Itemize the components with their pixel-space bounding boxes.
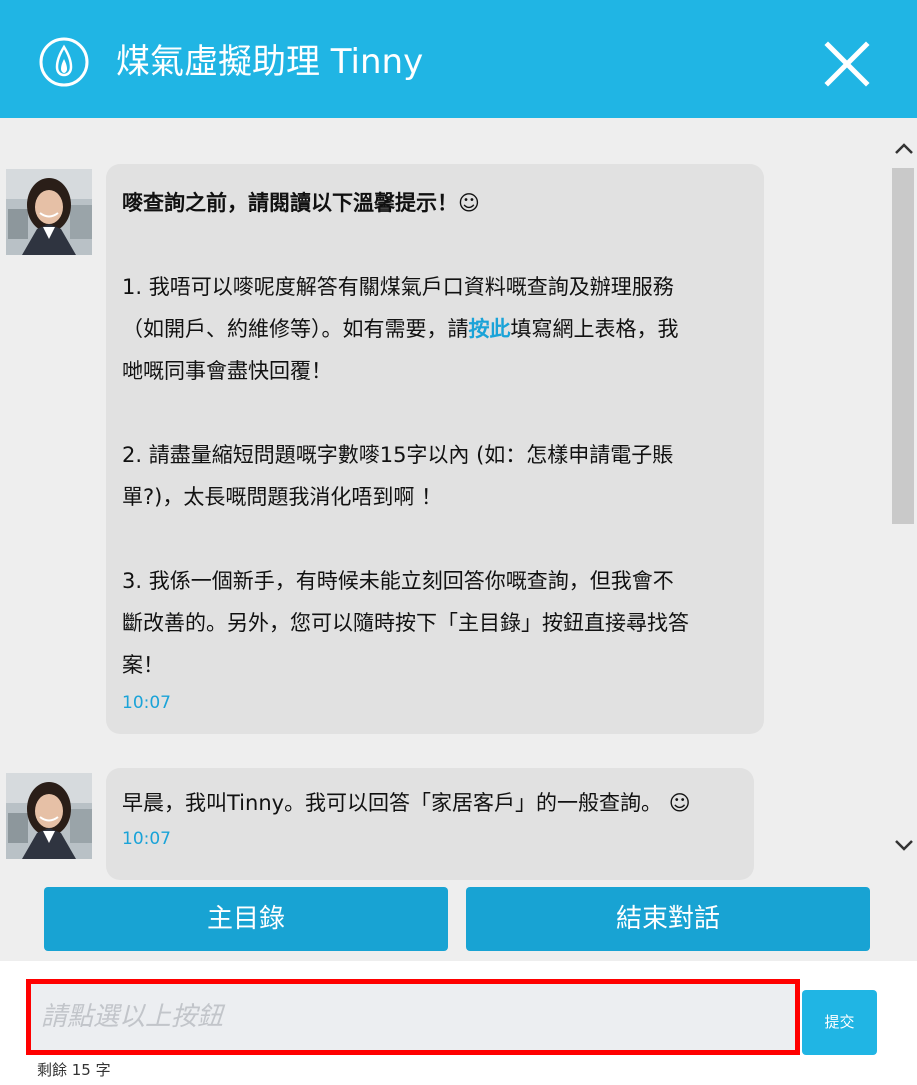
message-text: 早晨，我叫Tinny。我可以回答「家居客戶」的一般查詢。 ☺ — [122, 791, 691, 815]
message-line: 1. 我唔可以嘜呢度解答有關煤氣戶口資料嘅查詢及辦理服務 — [122, 275, 674, 299]
assistant-avatar — [6, 169, 92, 255]
chat-scrollbar[interactable] — [891, 118, 917, 878]
form-link[interactable]: 按此 — [469, 317, 511, 341]
message-line: 案！ — [122, 653, 164, 677]
scroll-up-icon[interactable] — [893, 138, 915, 160]
avatar-image — [6, 169, 92, 255]
scrollbar-thumb[interactable] — [892, 168, 914, 524]
message-timestamp: 10:07 — [122, 829, 171, 849]
message-line: （如開戶、約維修等）。如有需要，請按此填寫網上表格，我 — [122, 317, 679, 341]
scroll-down-icon[interactable] — [893, 834, 915, 856]
chat-message-area[interactable]: 嘜查詢之前，請閱讀以下溫馨提示！☺ 1. 我唔可以嘜呢度解答有關煤氣戶口資料嘅查… — [0, 118, 917, 961]
close-icon[interactable] — [823, 40, 871, 88]
message-input-wrapper — [26, 979, 800, 1055]
message-input[interactable] — [31, 984, 795, 1050]
chat-header: 煤氣虛擬助理 Tinny — [0, 0, 917, 118]
end-chat-button[interactable]: 結束對話 — [466, 887, 870, 951]
remaining-characters: 剩餘 15 字 — [37, 1061, 111, 1079]
submit-button[interactable]: 提交 — [802, 990, 877, 1055]
flame-icon — [39, 37, 89, 87]
message-heading: 嘜查詢之前，請閱讀以下溫馨提示！☺ — [122, 191, 480, 215]
assistant-message-bubble: 嘜查詢之前，請閱讀以下溫馨提示！☺ 1. 我唔可以嘜呢度解答有關煤氣戶口資料嘅查… — [106, 164, 764, 734]
message-line: 3. 我係一個新手，有時候未能立刻回答你嘅查詢，但我會不 — [122, 569, 674, 593]
assistant-message-bubble: 早晨，我叫Tinny。我可以回答「家居客戶」的一般查詢。 ☺ 10:07 — [106, 768, 754, 880]
assistant-avatar — [6, 773, 92, 859]
message-line: 哋嘅同事會盡快回覆！ — [122, 359, 332, 383]
avatar-image — [6, 773, 92, 859]
assistant-title: 煤氣虛擬助理 Tinny — [116, 42, 424, 82]
main-menu-button[interactable]: 主目錄 — [44, 887, 448, 951]
message-timestamp: 10:07 — [122, 693, 171, 713]
message-line: 斷改善的。另外，您可以隨時按下「主目錄」按鈕直接尋找答 — [122, 611, 689, 635]
message-line: 單?)，太長嘅問題我消化唔到啊 ！ — [122, 485, 443, 509]
message-line: 2. 請盡量縮短問題嘅字數嘜15字以內 (如：怎樣申請電子賬 — [122, 443, 674, 467]
